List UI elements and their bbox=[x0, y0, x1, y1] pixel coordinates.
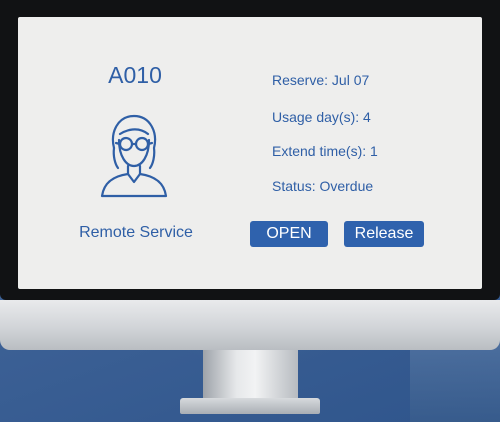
room-id: A010 bbox=[108, 62, 162, 88]
status-text: Status: Overdue bbox=[272, 178, 374, 194]
monitor: A010 Remote Service Reserve: Jul 07 Usag… bbox=[0, 0, 500, 422]
woman-with-glasses-icon bbox=[92, 104, 176, 200]
usage-days: Usage day(s): 4 bbox=[272, 109, 371, 125]
extend-times: Extend time(s): 1 bbox=[272, 143, 378, 159]
reserve-date: Reserve: Jul 07 bbox=[272, 72, 370, 88]
service-label: Remote Service bbox=[79, 224, 193, 241]
monitor-screen bbox=[18, 17, 482, 289]
monitor-stand-neck bbox=[203, 350, 298, 405]
open-button[interactable]: OPEN bbox=[250, 221, 328, 247]
monitor-stand-base bbox=[180, 398, 320, 414]
release-button[interactable]: Release bbox=[344, 221, 424, 247]
monitor-chin bbox=[0, 300, 500, 350]
